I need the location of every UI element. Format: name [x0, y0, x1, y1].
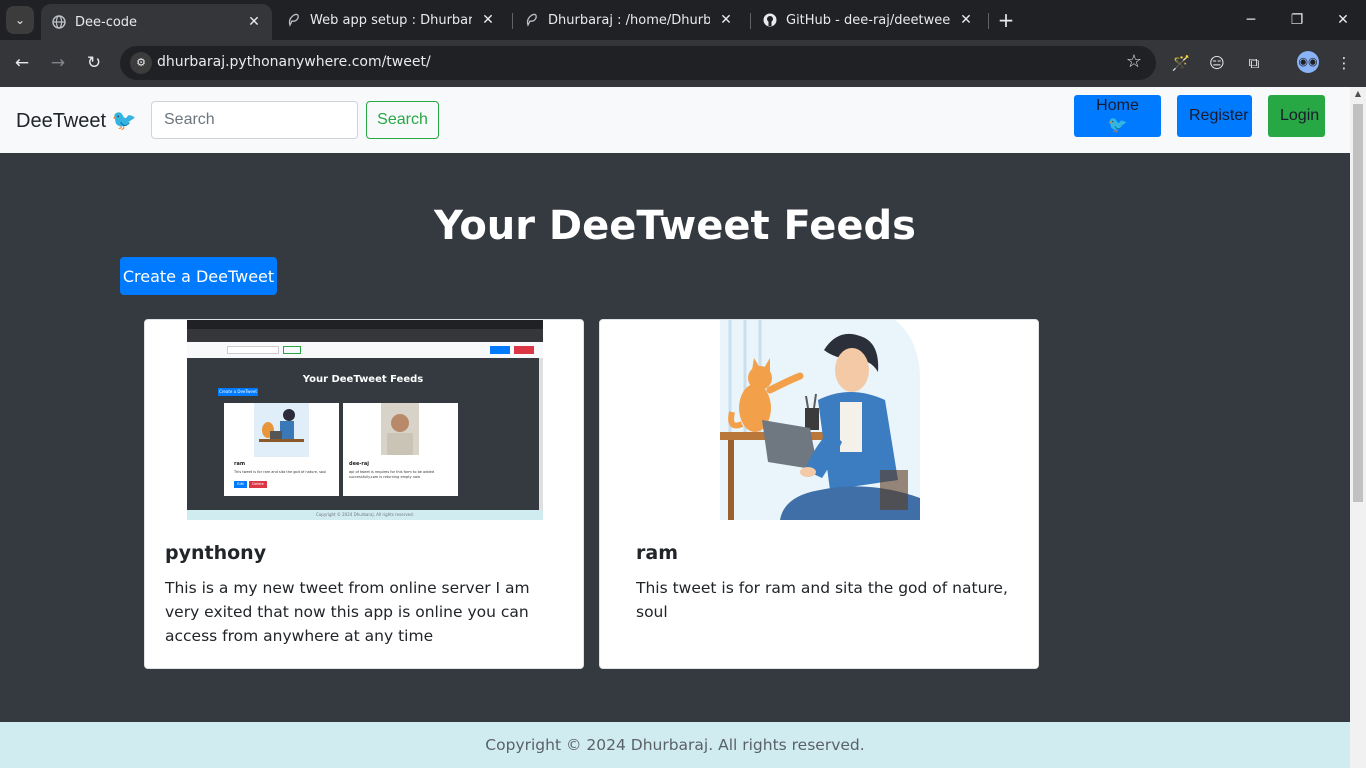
back-icon[interactable]: ←: [9, 50, 35, 76]
page-footer: Copyright © 2024 Dhurbaraj. All rights r…: [0, 722, 1350, 768]
tab-web-app-setup[interactable]: Web app setup : Dhurbaraj : Pyt ✕: [276, 4, 506, 36]
mini-card-user: dee-raj: [349, 461, 369, 467]
new-tab-icon[interactable]: +: [994, 8, 1018, 32]
mini-create-button: Create a DeeTweet: [218, 388, 258, 396]
restore-icon[interactable]: ❐: [1285, 8, 1309, 32]
mini-footer: Copyright © 2024 Dhurbaraj. All rights r…: [187, 510, 543, 520]
extensions-puzzle-icon[interactable]: ⧉: [1243, 52, 1265, 74]
more-menu-icon[interactable]: ⋮: [1333, 52, 1355, 74]
close-tab-icon[interactable]: ✕: [480, 12, 496, 28]
tab-dee-code[interactable]: Dee-code ✕: [41, 4, 272, 40]
emoji-extension-icon[interactable]: 😑: [1206, 52, 1228, 74]
pythonanywhere-icon: [286, 12, 302, 28]
magic-wand-extension-icon[interactable]: 🪄: [1170, 52, 1192, 74]
mini-edit-button: Edit: [234, 481, 247, 488]
mini-card-user: ram: [234, 461, 246, 467]
tab-title: GitHub - dee-raj/deetweet: Dee: [786, 12, 950, 28]
bird-icon: 🐦: [111, 110, 137, 132]
tab-title: Web app setup : Dhurbaraj : Pyt: [310, 12, 472, 28]
url-text[interactable]: dhurbaraj.pythonanywhere.com/tweet/: [157, 54, 431, 70]
tab-title: Dhurbaraj : /home/Dhurbaraj : I: [548, 12, 710, 28]
globe-icon: [51, 14, 67, 30]
minimize-icon[interactable]: ─: [1239, 8, 1263, 32]
mini-navbar: [187, 342, 543, 358]
address-bar[interactable]: ⚙ dhurbaraj.pythonanywhere.com/tweet/ ☆: [120, 46, 1156, 80]
mini-title: Your DeeTweet Feeds: [302, 374, 424, 385]
tab-github[interactable]: GitHub - dee-raj/deetweet: Dee ✕: [752, 4, 984, 36]
register-button[interactable]: Register: [1177, 95, 1252, 137]
page-title: Your DeeTweet Feeds: [434, 203, 916, 249]
brand-logo[interactable]: DeeTweet 🐦: [16, 108, 137, 133]
forward-icon[interactable]: →: [45, 50, 71, 76]
tab-title: Dee-code: [75, 14, 138, 30]
tweet-text: This is a my new tweet from online serve…: [165, 579, 530, 645]
close-window-icon[interactable]: ✕: [1331, 8, 1355, 32]
close-tab-icon[interactable]: ✕: [246, 14, 262, 30]
bookmark-star-icon[interactable]: ☆: [1126, 51, 1142, 72]
tweet-image-illustration: [720, 320, 920, 520]
brand-name: DeeTweet: [16, 110, 107, 132]
mini-card: dee-raj api of tweet is requires for thi…: [343, 403, 458, 496]
mini-toolbar: [187, 329, 543, 341]
reload-icon[interactable]: ↻: [81, 50, 107, 76]
mini-card: ram This tweet is for ram and sita the g…: [224, 403, 339, 496]
tweet-image-screenshot: Your DeeTweet Feeds Create a DeeTweet ra…: [187, 320, 543, 520]
github-icon: [762, 12, 778, 28]
pythonanywhere-icon: [524, 12, 540, 28]
close-tab-icon[interactable]: ✕: [718, 12, 734, 28]
site-navbar: DeeTweet 🐦 Search Home 🐦 Register Login: [0, 87, 1350, 153]
tab-home-dhurbaraj[interactable]: Dhurbaraj : /home/Dhurbaraj : I ✕: [514, 4, 744, 36]
tweet-user: ram: [636, 542, 678, 564]
login-button[interactable]: Login: [1268, 95, 1325, 137]
home-button[interactable]: Home 🐦: [1074, 95, 1161, 137]
browser-tabstrip: ⌄ Dee-code ✕ Web app setup : Dhurbaraj :…: [0, 0, 1366, 40]
search-input[interactable]: [151, 101, 358, 139]
mini-tabstrip: [187, 320, 543, 329]
tweet-user: pynthony: [165, 542, 267, 564]
site-info-icon[interactable]: ⚙: [130, 52, 152, 74]
scroll-up-icon[interactable]: ▲: [1350, 87, 1366, 101]
close-tab-icon[interactable]: ✕: [958, 12, 974, 28]
search-button[interactable]: Search: [366, 101, 439, 139]
browser-toolbar: ← → ↻ ⚙ dhurbaraj.pythonanywhere.com/twe…: [0, 40, 1366, 87]
tab-separator: [750, 13, 751, 29]
mini-delete-button: Delete: [249, 481, 267, 488]
tab-separator: [512, 13, 513, 29]
tweet-card: ram This tweet is for ram and sita the g…: [599, 319, 1039, 669]
page-viewport: DeeTweet 🐦 Search Home 🐦 Register Login …: [0, 87, 1366, 768]
profile-avatar-icon[interactable]: ◉◉: [1297, 51, 1319, 73]
tab-separator: [988, 13, 989, 29]
scrollbar-thumb[interactable]: [1353, 104, 1363, 502]
mini-card-text: api of tweet is requires for this form t…: [349, 470, 435, 479]
tab-search-icon[interactable]: ⌄: [6, 6, 34, 34]
create-deetweet-button[interactable]: Create a DeeTweet: [120, 257, 277, 295]
tweet-text: This tweet is for ram and sita the god o…: [636, 579, 1008, 621]
tweet-card: Your DeeTweet Feeds Create a DeeTweet ra…: [144, 319, 584, 669]
mini-card-text: This tweet is for ram and sita the god o…: [234, 470, 327, 474]
vertical-scrollbar[interactable]: ▲: [1350, 87, 1366, 768]
